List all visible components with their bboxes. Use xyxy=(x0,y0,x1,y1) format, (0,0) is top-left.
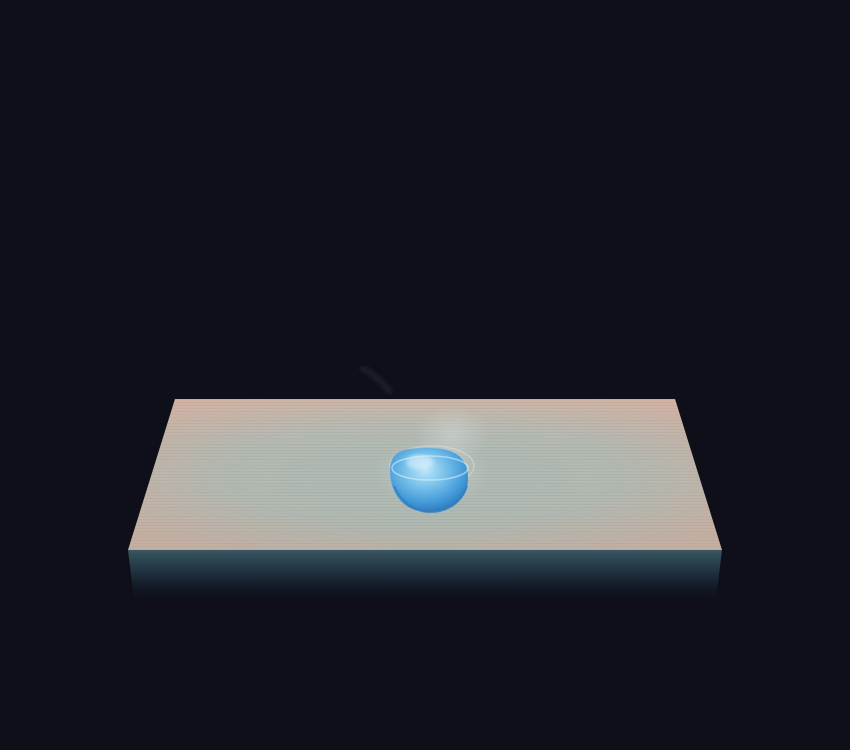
render-canvas xyxy=(128,365,722,600)
vapor-wisp xyxy=(359,365,393,395)
droplet-highlight xyxy=(406,455,434,469)
render-scene xyxy=(0,0,850,750)
slab-underside xyxy=(128,550,722,600)
